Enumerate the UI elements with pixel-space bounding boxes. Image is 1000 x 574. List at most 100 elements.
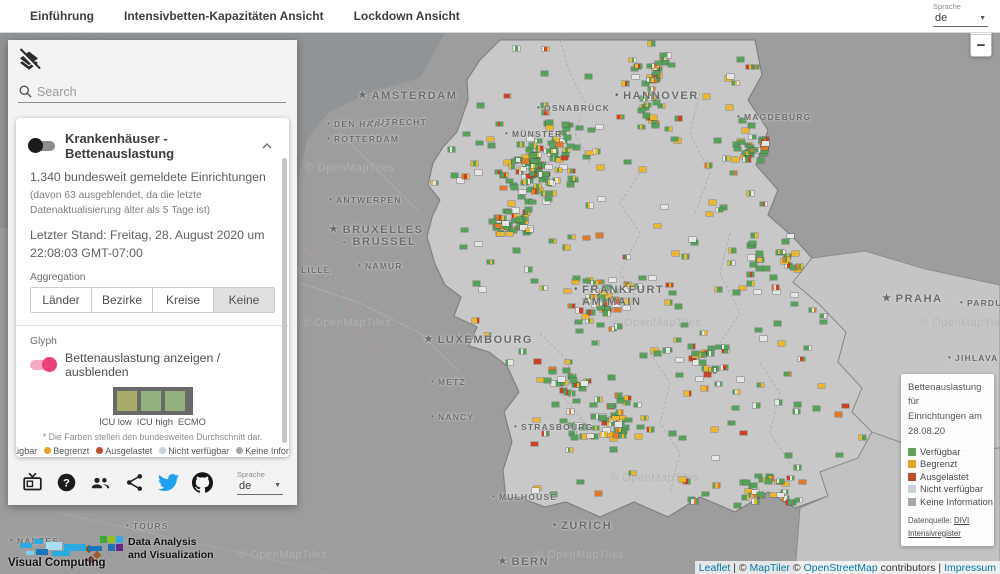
layers-off-icon[interactable] bbox=[17, 48, 41, 72]
hospital-glyph[interactable] bbox=[594, 397, 602, 402]
hospital-glyph[interactable] bbox=[573, 145, 581, 150]
hospital-glyph[interactable] bbox=[591, 340, 599, 346]
hospital-glyph[interactable] bbox=[572, 275, 580, 281]
hospital-glyph[interactable] bbox=[797, 356, 805, 362]
hospital-glyph[interactable] bbox=[738, 139, 746, 145]
hospital-glyph[interactable] bbox=[754, 327, 762, 333]
hospital-glyph[interactable] bbox=[675, 372, 683, 378]
hospital-glyph[interactable] bbox=[712, 455, 720, 460]
aggregation-option-länder[interactable]: Länder bbox=[31, 287, 91, 312]
hospital-glyph[interactable] bbox=[525, 267, 533, 272]
hospital-glyph[interactable] bbox=[732, 389, 740, 395]
hospital-glyph[interactable] bbox=[530, 163, 538, 169]
hospital-glyph[interactable] bbox=[750, 147, 758, 153]
hospital-glyph[interactable] bbox=[813, 406, 821, 411]
hospital-glyph[interactable] bbox=[698, 352, 706, 358]
hospital-glyph[interactable] bbox=[732, 157, 740, 162]
hospital-glyph[interactable] bbox=[544, 196, 552, 202]
hospital-glyph[interactable] bbox=[598, 415, 606, 420]
hospital-glyph[interactable] bbox=[747, 272, 755, 277]
hospital-glyph[interactable] bbox=[622, 81, 630, 86]
hospital-glyph[interactable] bbox=[769, 492, 777, 498]
hospital-glyph[interactable] bbox=[505, 231, 513, 237]
hospital-glyph[interactable] bbox=[632, 74, 640, 80]
hospital-glyph[interactable] bbox=[819, 313, 827, 319]
hospital-glyph[interactable] bbox=[586, 150, 594, 156]
hospital-glyph[interactable] bbox=[749, 134, 757, 140]
hospital-glyph[interactable] bbox=[533, 183, 541, 189]
hospital-glyph[interactable] bbox=[551, 402, 559, 407]
hospital-glyph[interactable] bbox=[508, 201, 516, 206]
hospital-glyph[interactable] bbox=[563, 390, 571, 395]
intensivregister-link[interactable]: Intensivregister bbox=[908, 529, 961, 538]
hospital-glyph[interactable] bbox=[653, 351, 661, 356]
hospital-glyph[interactable] bbox=[746, 191, 754, 196]
hospital-glyph[interactable] bbox=[496, 231, 504, 237]
hospital-glyph[interactable] bbox=[639, 167, 647, 172]
hospital-glyph[interactable] bbox=[639, 353, 647, 358]
hospital-glyph[interactable] bbox=[564, 359, 572, 365]
hospital-glyph[interactable] bbox=[792, 409, 800, 414]
hospital-glyph[interactable] bbox=[570, 435, 578, 440]
hospital-glyph[interactable] bbox=[665, 300, 673, 305]
hospital-glyph[interactable] bbox=[777, 492, 785, 498]
hospital-glyph[interactable] bbox=[462, 131, 470, 137]
hospital-glyph[interactable] bbox=[674, 304, 682, 309]
hospital-glyph[interactable] bbox=[615, 324, 623, 329]
hospital-glyph[interactable] bbox=[725, 105, 733, 110]
hospital-glyph[interactable] bbox=[522, 159, 530, 164]
hospital-glyph[interactable] bbox=[777, 249, 785, 255]
aggregation-option-bezirke[interactable]: Bezirke bbox=[91, 287, 152, 312]
hospital-glyph[interactable] bbox=[728, 248, 736, 253]
hospital-glyph[interactable] bbox=[495, 121, 503, 127]
hospital-glyph[interactable] bbox=[534, 172, 542, 177]
hospital-glyph[interactable] bbox=[732, 405, 740, 411]
hospital-glyph[interactable] bbox=[727, 260, 735, 266]
hospital-glyph[interactable] bbox=[541, 46, 549, 52]
hospital-glyph[interactable] bbox=[756, 251, 764, 256]
hospital-glyph[interactable] bbox=[595, 233, 603, 238]
hospital-glyph[interactable] bbox=[792, 251, 800, 256]
hospital-glyph[interactable] bbox=[722, 156, 730, 161]
hospital-glyph[interactable] bbox=[747, 281, 755, 286]
hospital-glyph[interactable] bbox=[582, 278, 590, 284]
hospital-glyph[interactable] bbox=[759, 336, 767, 341]
hospital-glyph[interactable] bbox=[784, 371, 792, 377]
hospital-glyph[interactable] bbox=[666, 282, 674, 288]
hospital-glyph[interactable] bbox=[796, 264, 804, 269]
hospital-glyph[interactable] bbox=[634, 434, 642, 439]
hospital-glyph[interactable] bbox=[563, 135, 571, 140]
hospital-glyph[interactable] bbox=[472, 318, 480, 323]
hospital-glyph[interactable] bbox=[564, 288, 572, 294]
hospital-glyph[interactable] bbox=[698, 360, 706, 365]
hospital-glyph[interactable] bbox=[673, 337, 681, 343]
hospital-glyph[interactable] bbox=[733, 146, 741, 152]
github-icon[interactable] bbox=[192, 471, 213, 493]
hospital-glyph[interactable] bbox=[486, 136, 494, 142]
hospital-glyph[interactable] bbox=[761, 141, 769, 146]
hospital-glyph[interactable] bbox=[702, 94, 710, 99]
hospital-glyph[interactable] bbox=[572, 398, 580, 404]
hospital-glyph[interactable] bbox=[576, 125, 584, 131]
glyph-visibility-toggle[interactable] bbox=[30, 356, 57, 372]
hospital-glyph[interactable] bbox=[715, 287, 723, 292]
hospital-glyph[interactable] bbox=[782, 257, 790, 262]
hospital-glyph[interactable] bbox=[615, 410, 623, 415]
hospital-glyph[interactable] bbox=[561, 155, 569, 161]
hospital-glyph[interactable] bbox=[460, 244, 468, 250]
hospital-glyph[interactable] bbox=[515, 217, 523, 222]
hospital-glyph[interactable] bbox=[622, 400, 630, 406]
collapse-chevron-icon[interactable] bbox=[259, 138, 275, 154]
hospital-glyph[interactable] bbox=[603, 311, 611, 316]
hospital-glyph[interactable] bbox=[562, 122, 569, 127]
hospital-glyph[interactable] bbox=[653, 223, 661, 229]
hospital-glyph[interactable] bbox=[585, 203, 593, 208]
hospital-glyph[interactable] bbox=[541, 71, 549, 76]
hospital-glyph[interactable] bbox=[500, 185, 508, 191]
hospital-glyph[interactable] bbox=[835, 412, 843, 417]
hospital-glyph[interactable] bbox=[586, 433, 594, 439]
hospital-glyph[interactable] bbox=[508, 164, 516, 169]
hospital-glyph[interactable] bbox=[727, 420, 735, 426]
hospital-glyph[interactable] bbox=[701, 386, 709, 391]
hospital-glyph[interactable] bbox=[471, 161, 479, 166]
